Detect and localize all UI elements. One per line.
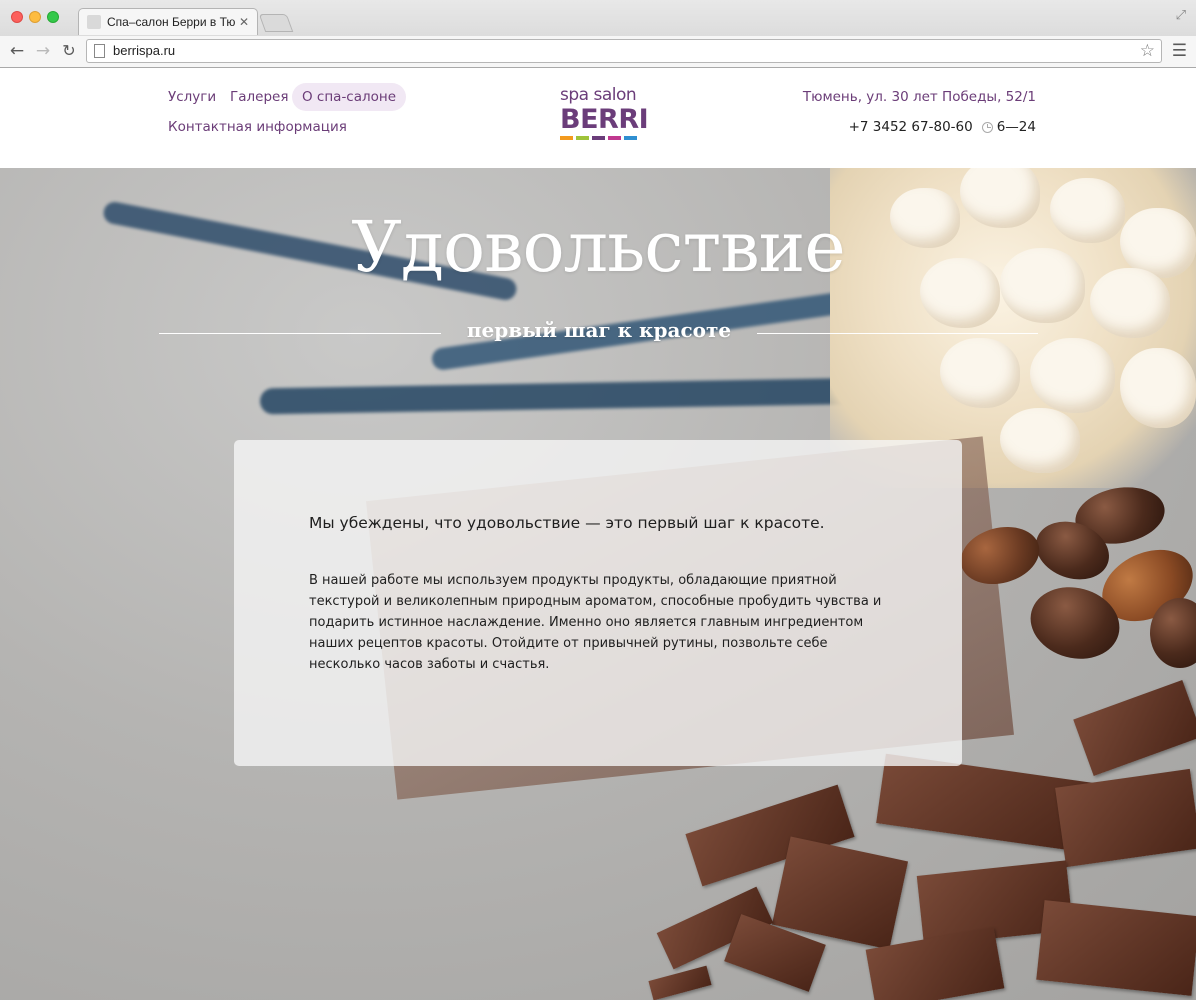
tab-close-icon[interactable]: ✕: [239, 15, 249, 29]
browser-chrome: Спа–салон Берри в Тюмени ✕ ⤢ ← → ↻ berri…: [0, 0, 1196, 68]
logo-wordmark: BERRI: [560, 104, 649, 135]
opening-hours: 6—24: [996, 119, 1036, 135]
salon-address[interactable]: Тюмень, ул. 30 лет Победы, 52/1: [803, 89, 1036, 105]
flower-petal: [1120, 348, 1196, 428]
about-card: Мы убеждены, что удовольствие — это перв…: [234, 440, 962, 766]
phone-row: +7 3452 67-80-60 6—24: [849, 119, 1036, 135]
flower-petal: [1000, 408, 1080, 473]
logo-color-bars: [560, 136, 637, 140]
url-text[interactable]: berrispa.ru: [113, 43, 175, 58]
window-controls: [11, 11, 59, 23]
nav-item-contacts[interactable]: Контактная информация: [168, 119, 347, 135]
hero-section: Удовольствие первый шаг к красоте Мы убе…: [0, 168, 1196, 1000]
site-logo[interactable]: spa salon BERRI: [560, 85, 649, 140]
bookmark-star-icon[interactable]: ☆: [1140, 41, 1155, 61]
fullscreen-icon[interactable]: ⤢: [1176, 8, 1186, 23]
clock-icon: [981, 121, 993, 133]
new-tab-button[interactable]: [258, 14, 294, 32]
chocolate-piece-decoration: [1073, 679, 1196, 777]
chocolate-piece-decoration: [1036, 900, 1196, 996]
divider-line: [159, 333, 441, 334]
logo-bar: [608, 136, 621, 140]
back-icon[interactable]: ←: [6, 40, 28, 62]
favicon-icon: [87, 15, 101, 29]
divider-line: [757, 333, 1038, 334]
site-header: Услуги Галерея О спа-салоне Контактная и…: [0, 68, 1196, 168]
phone-number[interactable]: +7 3452 67-80-60: [849, 119, 973, 135]
about-body: В нашей работе мы используем продукты пр…: [309, 573, 882, 672]
minimize-window-button[interactable]: [29, 11, 41, 23]
about-lead: Мы убеждены, что удовольствие — это перв…: [309, 514, 825, 532]
nav-item-gallery[interactable]: Галерея: [230, 89, 288, 105]
logo-tagline: spa salon: [560, 85, 637, 105]
flower-petal: [940, 338, 1020, 408]
cocoa-bean-decoration: [1150, 598, 1196, 668]
close-window-button[interactable]: [11, 11, 23, 23]
hero-title: Удовольствие: [351, 206, 845, 288]
logo-bar: [624, 136, 637, 140]
page-icon: [94, 44, 105, 58]
reload-icon[interactable]: ↻: [58, 40, 80, 62]
browser-toolbar: ← → ↻ berrispa.ru ☆ ☰: [0, 36, 1196, 67]
logo-bar: [560, 136, 573, 140]
logo-bar: [576, 136, 589, 140]
maximize-window-button[interactable]: [47, 11, 59, 23]
chocolate-piece-decoration: [648, 965, 712, 1000]
browser-menu-icon[interactable]: ☰: [1172, 41, 1187, 61]
address-bar[interactable]: berrispa.ru ☆: [86, 39, 1162, 63]
blue-feather-decoration: [259, 377, 881, 415]
nav-item-services[interactable]: Услуги: [168, 89, 216, 105]
nav-item-about[interactable]: О спа-салоне: [292, 83, 407, 111]
flower-petal: [1030, 338, 1115, 413]
tab-title: Спа–салон Берри в Тюмени: [107, 15, 235, 29]
logo-bar: [592, 136, 605, 140]
hero-subtitle: первый шаг к красоте: [466, 318, 732, 342]
browser-tab[interactable]: Спа–салон Берри в Тюмени ✕: [78, 8, 258, 35]
forward-icon[interactable]: →: [32, 40, 54, 62]
